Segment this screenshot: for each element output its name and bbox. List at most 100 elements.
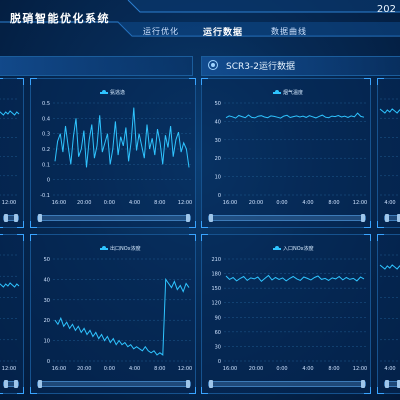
slider-handle[interactable] xyxy=(38,214,42,222)
zoom-slider[interactable] xyxy=(37,380,191,388)
legend-line-icon xyxy=(100,90,108,94)
x-tick-label: 16:00 xyxy=(223,366,237,372)
chart-mid-bottom: 50 40 30 20 10 016:00 20:00 0:00 4:00 8:00 12:00 xyxy=(44,257,193,372)
x-tick-label: 0:00 xyxy=(104,366,115,372)
slider-handle[interactable] xyxy=(385,214,389,222)
x-tick-label: 4:00 xyxy=(302,200,313,206)
zoom-slider[interactable] xyxy=(37,214,191,222)
slider-handle[interactable] xyxy=(209,380,213,388)
x-tick-label: 12:00 xyxy=(2,366,16,372)
chart-left-top: 12:00 xyxy=(0,98,20,206)
x-tick-label: 4:00 xyxy=(302,366,313,372)
card-corner-decoration xyxy=(364,387,371,394)
y-tick-label: 0 xyxy=(218,193,221,199)
card-corner-decoration xyxy=(17,221,24,228)
slider-handle[interactable] xyxy=(361,380,365,388)
y-tick-label: 0.3 xyxy=(42,132,50,138)
panel-title: SCR3-2运行数据 xyxy=(226,62,295,72)
y-tick-label: 0.2 xyxy=(42,147,50,153)
chart-legend[interactable]: 氨逃逸 xyxy=(100,89,125,96)
x-tick-label: 16:00 xyxy=(52,200,66,206)
series-line xyxy=(379,264,400,270)
card-corner-decoration xyxy=(364,221,371,228)
slider-handle[interactable] xyxy=(209,214,213,222)
slider-handle[interactable] xyxy=(14,380,18,388)
slider-handle[interactable] xyxy=(4,380,8,388)
chart-card-edge-top: 4:00 xyxy=(377,78,400,228)
y-tick-label: 20 xyxy=(44,318,50,324)
y-tick-label: 0 xyxy=(47,178,50,184)
y-tick-label: 30 xyxy=(215,138,221,144)
y-tick-label: 10 xyxy=(44,339,50,345)
y-tick-label: 180 xyxy=(211,272,221,278)
nav-tab-optimization[interactable]: 运行优化 xyxy=(143,26,179,37)
slider-handle[interactable] xyxy=(361,214,365,222)
x-tick-label: 4:00 xyxy=(129,200,140,206)
x-tick-label: 4:00 xyxy=(129,366,140,372)
y-tick-label: 60 xyxy=(215,330,221,336)
zoom-slider[interactable] xyxy=(208,214,366,222)
legend-label: 入口NOx浓度 xyxy=(283,246,314,252)
series-line xyxy=(0,282,20,288)
y-tick-label: 0.5 xyxy=(42,101,50,107)
nav-tab-data-curve[interactable]: 数据曲线 xyxy=(271,26,307,37)
x-tick-label: 12:00 xyxy=(178,366,192,372)
slider-handle[interactable] xyxy=(186,214,190,222)
slider-handle[interactable] xyxy=(14,214,18,222)
chart-mid-top: 0.5 0.4 0.3 0.2 0.1 0 -0.116:00 20:00 0:00 4:00 8:… xyxy=(40,101,192,206)
y-tick-label: 10 xyxy=(215,175,221,181)
zoom-slider[interactable] xyxy=(3,214,19,222)
y-tick-label: 50 xyxy=(215,101,221,107)
card-corner-decoration xyxy=(17,387,24,394)
legend-label: 氨逃逸 xyxy=(110,90,126,96)
page-title: 脱硝智能优化系统 xyxy=(10,12,110,25)
left-panel-header xyxy=(0,56,193,76)
nav-tab-run-data[interactable]: 运行数据 xyxy=(203,25,243,38)
chart-card-left-bottom: 12:00 xyxy=(0,234,24,394)
zoom-slider[interactable] xyxy=(208,380,366,388)
card-corner-decoration xyxy=(377,387,384,394)
chart-edge-bottom: 4:00 xyxy=(379,254,400,372)
right-panel-header: SCR3-2运行数据 xyxy=(201,56,400,76)
y-tick-label: 120 xyxy=(211,301,221,307)
chart-legend[interactable]: 入口NOx浓度 xyxy=(273,245,314,252)
x-tick-label: 8:00 xyxy=(328,200,339,206)
x-tick-label: 0:00 xyxy=(276,366,287,372)
slider-handle[interactable] xyxy=(38,380,42,388)
y-tick-label: 30 xyxy=(215,344,221,350)
chart-card-mid-top: 0.5 0.4 0.3 0.2 0.1 0 -0.1 16:00 20:00 0:00 4:00 8:… xyxy=(30,78,196,228)
series-line xyxy=(379,108,400,114)
x-tick-label: 12:00 xyxy=(353,366,367,372)
slider-handle[interactable] xyxy=(4,214,8,222)
card-corner-decoration xyxy=(0,221,3,228)
slider-handle[interactable] xyxy=(186,380,190,388)
chart-legend[interactable]: 出口NOx浓度 xyxy=(100,245,141,252)
top-bar: 脱硝智能优化系统 202 运行优化 运行数据 数据曲线 xyxy=(0,0,400,40)
panel-settings-icon xyxy=(208,60,218,70)
legend-label: 出口NOx浓度 xyxy=(110,246,141,252)
series-line xyxy=(0,110,20,116)
y-tick-label: 20 xyxy=(215,156,221,162)
y-tick-label: 40 xyxy=(215,119,221,125)
slider-handle[interactable] xyxy=(385,380,389,388)
card-corner-decoration xyxy=(201,221,208,228)
x-tick-label: 0:00 xyxy=(276,200,287,206)
zoom-slider[interactable] xyxy=(384,380,400,388)
card-corner-decoration xyxy=(189,221,196,228)
card-corner-decoration xyxy=(189,387,196,394)
y-tick-label: 0.4 xyxy=(42,116,50,122)
y-tick-label: 150 xyxy=(211,286,221,292)
zoom-slider[interactable] xyxy=(3,380,19,388)
y-tick-label: 40 xyxy=(44,277,50,283)
x-tick-label: 8:00 xyxy=(154,200,165,206)
chart-card-right-bottom: 210 180 150 120 90 60 30 0 16:00 20:00 0:00 4:00 8:0… xyxy=(201,234,371,394)
zoom-slider[interactable] xyxy=(384,214,400,222)
chart-card-right-top: 50 40 30 20 10 0 16:00 20:00 0:00 4:00 8:00 12:00 烟气… xyxy=(201,78,371,228)
y-tick-label: 0 xyxy=(218,359,221,365)
chart-legend[interactable]: 烟气温度 xyxy=(273,89,303,96)
card-corner-decoration xyxy=(30,221,37,228)
y-tick-label: 90 xyxy=(215,315,221,321)
x-tick-label: 12:00 xyxy=(353,200,367,206)
x-tick-label: 20:00 xyxy=(77,200,91,206)
card-corner-decoration xyxy=(377,221,384,228)
